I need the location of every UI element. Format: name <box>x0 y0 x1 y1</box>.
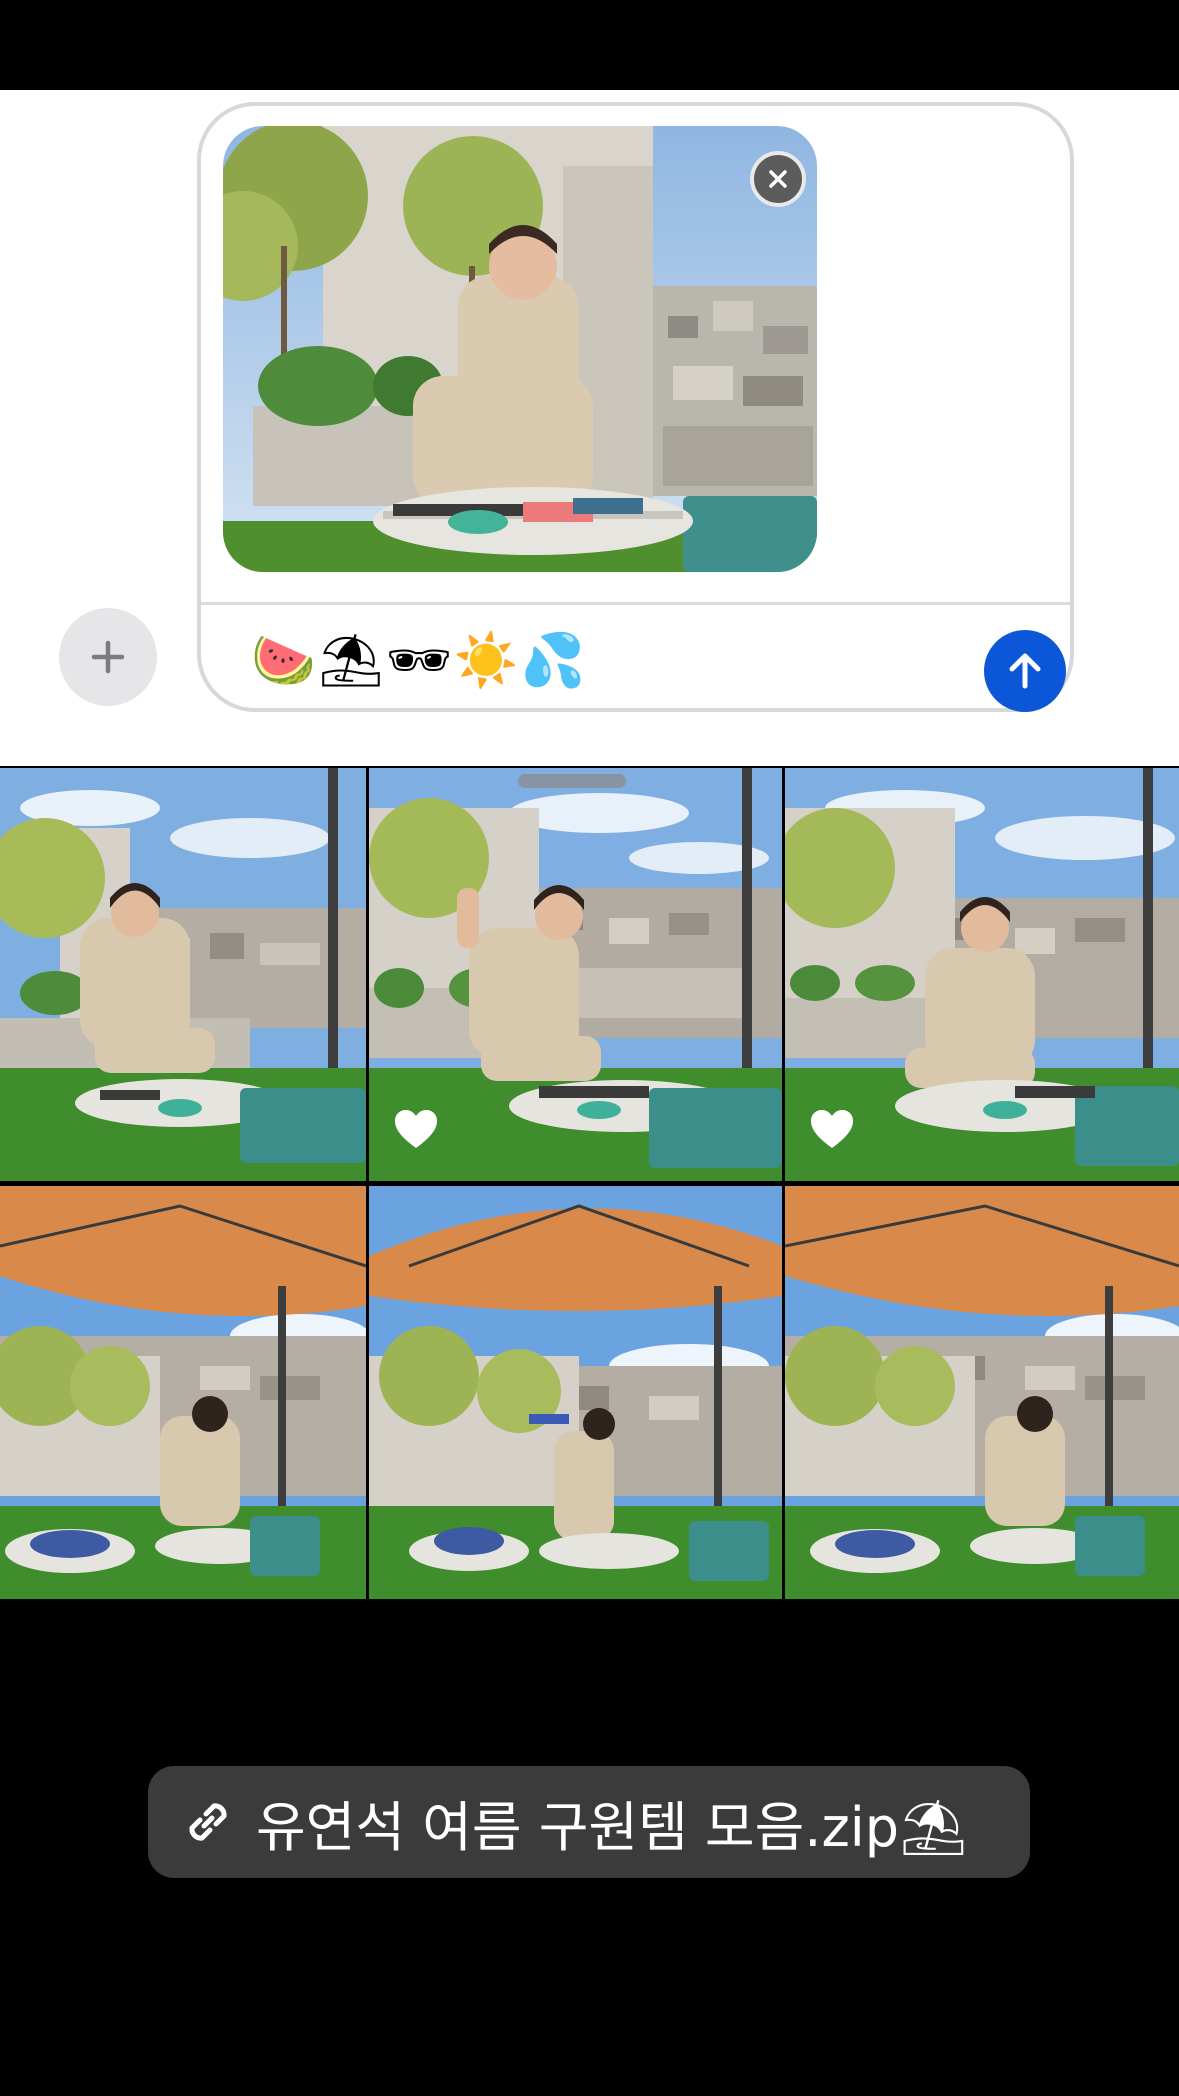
photo-thumbnail[interactable] <box>785 768 1179 1181</box>
photo-attachment-preview[interactable] <box>223 126 817 572</box>
link-banner[interactable]: 유연석 여름 구원템 모음.zip⛱ <box>148 1766 1030 1878</box>
close-icon <box>769 170 787 188</box>
add-attachment-button[interactable] <box>59 608 157 706</box>
photo-image <box>785 1186 1179 1599</box>
attachment-photo <box>223 126 817 572</box>
compose-divider <box>201 602 1070 605</box>
photo-thumbnail[interactable] <box>0 1186 366 1599</box>
photo-thumbnail[interactable] <box>369 768 782 1181</box>
plus-icon <box>91 640 125 674</box>
compose-field[interactable]: 🍉⛱🕶☀️💦 <box>197 102 1074 712</box>
photo-thumbnail[interactable] <box>785 1186 1179 1599</box>
heart-icon <box>811 1110 853 1148</box>
photo-image <box>0 1186 366 1599</box>
photo-picker-grid <box>0 768 1179 1599</box>
photo-image <box>0 768 366 1181</box>
link-icon <box>189 1803 227 1841</box>
heart-icon <box>395 1110 437 1148</box>
send-button[interactable] <box>984 630 1066 712</box>
message-composer-area: 🍉⛱🕶☀️💦 <box>0 90 1179 766</box>
arrow-up-icon <box>1009 653 1041 689</box>
sheet-grabber-handle[interactable] <box>518 774 626 788</box>
message-text[interactable]: 🍉⛱🕶☀️💦 <box>251 626 587 696</box>
photo-thumbnail[interactable] <box>369 1186 782 1599</box>
screen: 🍉⛱🕶☀️💦 유연석 여름 구원템 모음.zip⛱ <box>0 0 1179 2096</box>
link-banner-label: 유연석 여름 구원템 모음.zip⛱ <box>256 1795 968 1859</box>
remove-attachment-button[interactable] <box>750 151 806 207</box>
photo-image <box>369 1186 782 1599</box>
photo-thumbnail[interactable] <box>0 768 366 1181</box>
